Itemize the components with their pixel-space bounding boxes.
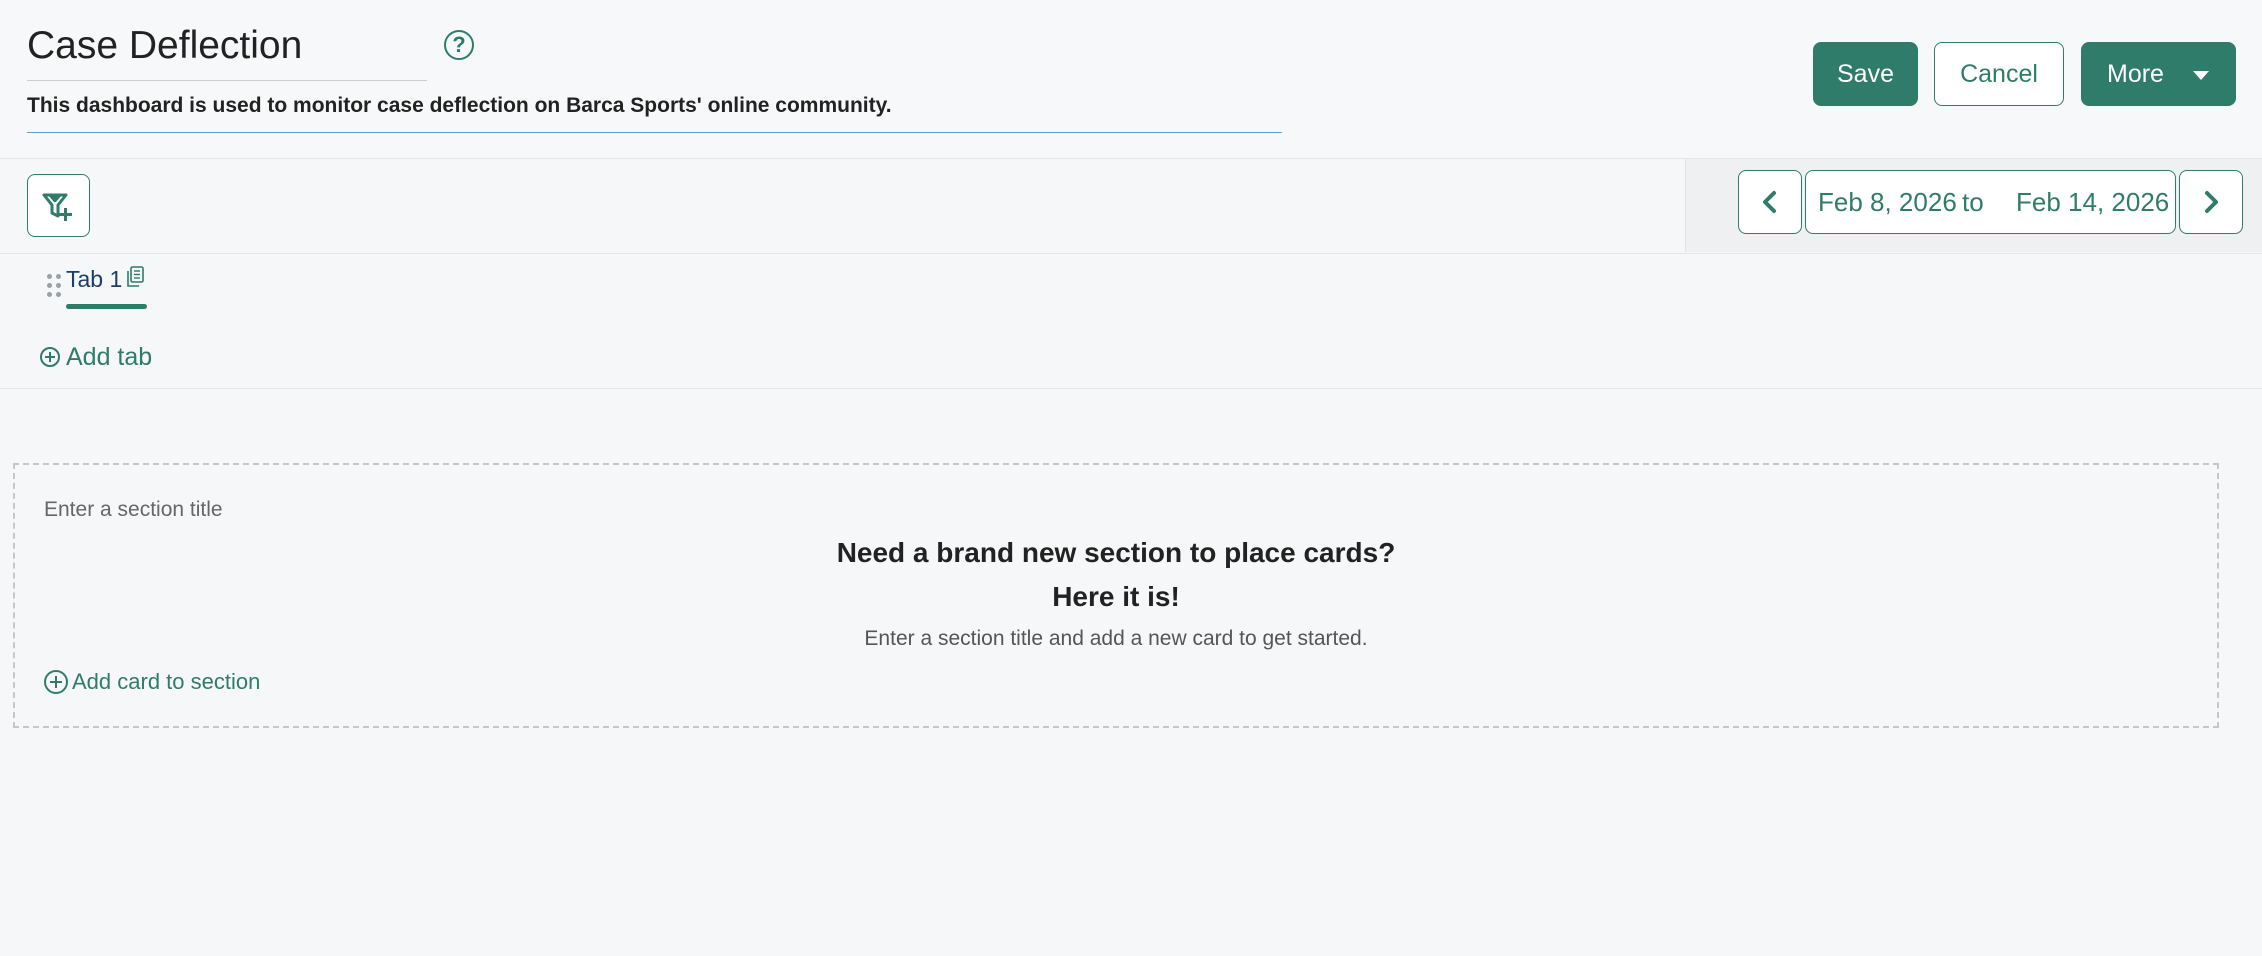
plus-circle-icon xyxy=(40,347,60,367)
empty-section-text: Enter a section title and add a new card… xyxy=(864,627,1368,650)
date-end[interactable]: Feb 14, 2026 xyxy=(2016,187,2169,218)
previous-period-button[interactable] xyxy=(1738,170,1802,234)
add-card-label: Add card to section xyxy=(72,669,261,694)
title-field[interactable]: Case Deflection xyxy=(27,18,427,81)
caret-down-icon xyxy=(2193,71,2209,80)
tab-1[interactable]: Tab 1 xyxy=(66,266,122,293)
dashboard-section: Need a brand new section to place cards?… xyxy=(13,463,2219,728)
dashboard-toolbar: Feb 8, 2026 to Feb 14, 2026 xyxy=(0,159,2262,254)
drag-handle-icon[interactable] xyxy=(47,274,61,298)
cancel-button[interactable]: Cancel xyxy=(1934,42,2064,106)
date-range-picker[interactable]: Feb 8, 2026 to Feb 14, 2026 xyxy=(1805,170,2176,234)
plus-circle-icon xyxy=(44,670,68,694)
add-tab-label: Add tab xyxy=(66,342,153,371)
dashboard-description[interactable]: This dashboard is used to monitor case d… xyxy=(27,94,892,118)
filter-add-icon xyxy=(42,193,72,221)
date-start[interactable]: Feb 8, 2026 xyxy=(1818,187,1957,218)
more-button-label: More xyxy=(2107,59,2164,88)
add-tab-button[interactable]: Add tab xyxy=(40,342,152,372)
tabs-bar: Tab 1 Add tab xyxy=(0,254,2262,389)
active-tab-indicator xyxy=(66,304,147,309)
dashboard-header: Case Deflection ? This dashboard is used… xyxy=(0,0,2262,159)
chevron-left-icon xyxy=(1763,191,1776,213)
save-button[interactable]: Save xyxy=(1813,42,1918,106)
date-separator: to xyxy=(1962,187,1984,217)
empty-section-heading: Need a brand new section to place cards? xyxy=(836,537,1396,568)
description-field[interactable]: This dashboard is used to monitor case d… xyxy=(27,90,1282,133)
empty-section-subheading: Here it is! xyxy=(1052,581,1180,612)
more-button[interactable]: More xyxy=(2081,42,2236,106)
section-title-input[interactable] xyxy=(44,495,644,525)
add-card-button[interactable]: Add card to section xyxy=(44,669,260,695)
add-filter-button[interactable] xyxy=(27,174,90,237)
duplicate-tab-icon[interactable] xyxy=(125,266,145,288)
dashboard-title[interactable]: Case Deflection xyxy=(27,24,302,68)
help-icon[interactable]: ? xyxy=(444,30,474,60)
next-period-button[interactable] xyxy=(2179,170,2243,234)
date-range-panel: Feb 8, 2026 to Feb 14, 2026 xyxy=(1685,159,2262,252)
chevron-right-icon xyxy=(2205,191,2218,213)
